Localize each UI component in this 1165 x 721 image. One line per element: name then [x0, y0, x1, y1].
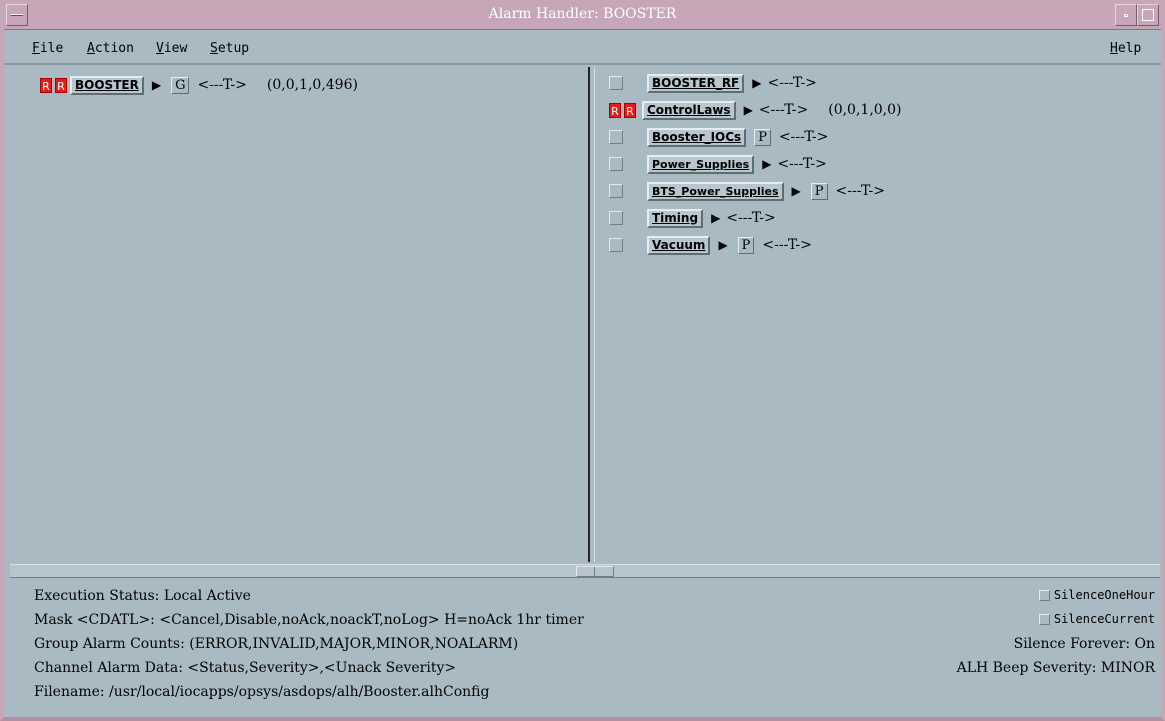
beep-severity-status: ALH Beep Severity: MINOR [956, 660, 1155, 676]
process-button[interactable]: P [754, 128, 771, 146]
group-button[interactable]: Booster_IOCs [647, 127, 747, 147]
pane-divider[interactable] [10, 564, 1160, 578]
severity-placeholder [609, 238, 623, 252]
menu-help[interactable]: Help [1110, 41, 1141, 56]
unack-severity-indicator: R [40, 77, 52, 93]
subgroup-row[interactable]: BOOSTER_RF ▶ <---T-> [609, 73, 817, 93]
mask-legend: Mask <CDATL>: <Cancel,Disable,noAck,noac… [34, 612, 584, 628]
silence-one-hour-checkbox[interactable] [1038, 589, 1050, 601]
group-button-booster[interactable]: BOOSTER [70, 75, 144, 95]
menu-file-label: ile [39, 41, 64, 56]
status-area: Execution Status: Local Active Mask <CDA… [4, 580, 1161, 717]
process-button[interactable]: P [737, 236, 755, 254]
subgroup-row[interactable]: Booster_IOCs P <---T-> [609, 127, 828, 147]
group-counts-legend: Group Alarm Counts: (ERROR,INVALID,MAJOR… [34, 636, 519, 652]
silence-current-toggle[interactable]: SilenceCurrent [1038, 612, 1155, 629]
menu-view[interactable]: View [156, 41, 187, 56]
window-title: Alarm Handler: BOOSTER [488, 6, 677, 22]
menu-bar: File Action View Setup Help [4, 31, 1161, 65]
expand-arrow-icon[interactable]: ▶ [752, 76, 761, 90]
subgroup-row[interactable]: Vacuum ▶ P <---T-> [609, 235, 812, 255]
group-button[interactable]: Timing [647, 208, 704, 228]
silence-current-checkbox[interactable] [1038, 613, 1050, 625]
severity-placeholder [609, 76, 623, 90]
menu-action[interactable]: Action [87, 41, 134, 56]
alarm-tree-pane[interactable]: BOOSTER_RF ▶ <---T-> R R ControlLaws ▶ <---T-> (… [594, 67, 1160, 562]
expand-arrow-icon[interactable]: ▶ [711, 211, 720, 225]
group-button[interactable]: Power_Supplies [647, 154, 755, 174]
subgroup-row[interactable]: R R ControlLaws ▶ <---T-> (0,0,1,0,0) [609, 100, 902, 120]
menu-setup-mnemonic: S [210, 41, 218, 56]
group-tree-pane[interactable]: R R BOOSTER ▶ G <---T-> (0,0,1,0,496) [10, 67, 590, 562]
mask-string: <---T-> [762, 237, 812, 253]
menu-view-label: iew [163, 41, 188, 56]
expand-arrow-icon[interactable]: ▶ [744, 103, 753, 117]
mask-string: <---T-> [767, 75, 817, 91]
subgroup-row[interactable]: BTS_Power_Supplies ▶ P <---T-> [609, 181, 885, 201]
menu-file-mnemonic: F [32, 41, 40, 56]
channel-data-legend: Channel Alarm Data: <Status,Severity>,<U… [34, 660, 457, 676]
silence-current-label: SilenceCurrent [1053, 612, 1155, 626]
guidance-button[interactable]: G [171, 76, 190, 94]
severity-indicator: R [55, 77, 67, 93]
maximize-button[interactable] [1137, 4, 1159, 26]
execution-status: Execution Status: Local Active [34, 588, 251, 604]
group-button[interactable]: BOOSTER_RF [647, 73, 745, 93]
menu-setup-label: etup [217, 41, 250, 56]
alarm-handler-window: Alarm Handler: BOOSTER File Action View … [0, 0, 1165, 721]
expand-arrow-icon[interactable]: ▶ [718, 238, 727, 252]
menu-view-mnemonic: V [156, 41, 164, 56]
mask-string: <---T-> [758, 102, 809, 118]
silence-one-hour-toggle[interactable]: SilenceOneHour [1038, 588, 1155, 605]
subgroup-row[interactable]: Power_Supplies ▶ <---T-> [609, 154, 827, 174]
expand-arrow-icon[interactable]: ▶ [792, 184, 801, 198]
silence-one-hour-label: SilenceOneHour [1053, 588, 1155, 602]
severity-placeholder [609, 157, 623, 171]
subgroup-row[interactable]: Timing ▶ <---T-> [609, 208, 776, 228]
mask-string: <---T-> [197, 77, 247, 93]
process-button[interactable]: P [810, 182, 828, 200]
minimize-button[interactable] [1115, 4, 1137, 26]
menu-help-mnemonic: H [1110, 41, 1118, 56]
severity-placeholder [609, 130, 623, 144]
alarm-counts: (0,0,1,0,496) [266, 77, 358, 93]
severity-placeholder [609, 184, 623, 198]
menu-setup[interactable]: Setup [210, 41, 249, 56]
unack-severity-indicator: R [609, 102, 621, 118]
group-button[interactable]: BTS_Power_Supplies [647, 181, 784, 201]
menu-action-label: ction [94, 41, 134, 56]
filename-label: Filename: /usr/local/iocapps/opsys/asdop… [34, 684, 490, 700]
title-bar[interactable]: Alarm Handler: BOOSTER [4, 0, 1161, 30]
minimize-icon [1124, 14, 1128, 17]
severity-placeholder [609, 211, 623, 225]
menu-action-mnemonic: A [87, 41, 95, 56]
alarm-counts: (0,0,1,0,0) [828, 102, 902, 118]
silence-forever-status: Silence Forever: On [1013, 636, 1155, 652]
mask-string: <---T-> [778, 129, 829, 145]
severity-indicator: R [624, 102, 636, 118]
group-button[interactable]: Vacuum [647, 235, 711, 255]
expand-arrow-icon[interactable]: ▶ [762, 157, 771, 171]
tree-row-booster[interactable]: R R BOOSTER ▶ G <---T-> (0,0,1,0,496) [40, 75, 358, 95]
mask-string: <---T-> [835, 183, 885, 199]
mask-string: <---T-> [726, 210, 776, 226]
maximize-icon [1142, 9, 1154, 21]
expand-arrow-icon[interactable]: ▶ [152, 78, 161, 92]
mask-string: <---T-> [777, 156, 827, 172]
sash-grip[interactable] [576, 566, 614, 577]
menu-help-label: elp [1117, 41, 1142, 56]
group-button[interactable]: ControlLaws [642, 100, 736, 120]
menu-file[interactable]: File [32, 41, 63, 56]
